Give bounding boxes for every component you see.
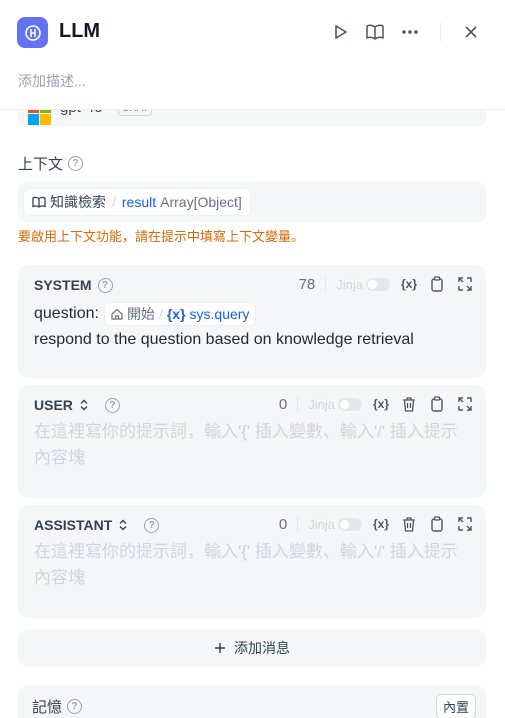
help-icon[interactable]: ?: [104, 397, 120, 413]
toolbar-divider: [297, 397, 299, 411]
context-warning: 要啟用上下文功能，請在提示中填寫上下文變量。: [18, 229, 305, 244]
role-label: SYSTEM: [34, 277, 92, 293]
copy-icon[interactable]: [428, 275, 446, 293]
role-label-row: SYSTEM ?: [34, 277, 113, 293]
variable-source: 開始: [126, 306, 155, 322]
prompt-text: respond to the question based on knowled…: [34, 331, 414, 348]
context-selector[interactable]: 知識檢索 / result Array[Object]: [18, 182, 486, 222]
memory-section: 記憶 ? 內置: [18, 686, 486, 718]
insert-variable-icon[interactable]: {x}: [372, 395, 390, 413]
char-count: 0: [278, 515, 288, 533]
user-prompt-box[interactable]: USER ? 0 Jinja {x} 在這裡寫你的提示詞，輸入'{' 插入變數、…: [18, 385, 486, 498]
play-icon: [335, 25, 347, 39]
jinja-label: Jinja: [308, 396, 335, 412]
toggle-switch[interactable]: [338, 517, 362, 531]
toggle-switch[interactable]: [366, 277, 390, 291]
toolbar-divider: [297, 517, 299, 531]
system-prompt-box[interactable]: SYSTEM ? 78 Jinja {x} question: 開始 / {x}…: [18, 265, 486, 378]
role-label: ASSISTANT: [34, 517, 113, 533]
prompt-line: question: 開始 / {x} sys.query: [34, 303, 256, 325]
path-separator: /: [158, 306, 163, 322]
trash-icon[interactable]: [400, 515, 418, 533]
home-icon: [111, 308, 123, 320]
toggle-switch[interactable]: [338, 397, 362, 411]
memory-label: 記憶: [32, 699, 63, 716]
help-icon[interactable]: ?: [68, 156, 84, 171]
expand-icon[interactable]: [456, 515, 474, 533]
prompt-text: question:: [34, 305, 99, 322]
plus-icon: [215, 643, 225, 653]
add-message-label: 添加消息: [234, 640, 290, 656]
jinja-toggle[interactable]: Jinja: [308, 397, 362, 412]
variable-chip[interactable]: 開始 / {x} sys.query: [104, 303, 256, 325]
help-icon[interactable]: ?: [144, 517, 160, 533]
role-selector[interactable]: ASSISTANT ?: [34, 517, 160, 533]
context-source: 知識檢索: [50, 194, 106, 210]
description-input[interactable]: 添加描述...: [18, 71, 86, 91]
context-variable: result: [121, 194, 157, 210]
book-icon: [366, 24, 384, 40]
variable-icon: {x}: [166, 306, 186, 322]
docs-button[interactable]: [363, 20, 387, 44]
close-button[interactable]: [459, 20, 483, 44]
memory-label-row: 記憶 ?: [32, 696, 83, 717]
context-label-row: 上下文 ?: [18, 153, 84, 174]
prompt-toolbar: 0 Jinja {x}: [279, 395, 474, 413]
close-icon: [465, 26, 477, 38]
assistant-prompt-box[interactable]: ASSISTANT ? 0 Jinja {x} 在這裡寫你的提示詞，輸入'{' …: [18, 505, 486, 618]
prompt-placeholder[interactable]: 在這裡寫你的提示詞，輸入'{' 插入變數、輸入'/' 插入提示內容塊: [34, 419, 474, 471]
more-button[interactable]: [398, 20, 422, 44]
chevron-up-down-icon: [80, 399, 88, 411]
insert-variable-icon[interactable]: {x}: [372, 515, 390, 533]
chevron-up-down-icon: [119, 519, 127, 531]
expand-icon[interactable]: [456, 395, 474, 413]
llm-node-icon: [17, 17, 48, 48]
expand-icon[interactable]: [456, 275, 474, 293]
memory-builtin-badge[interactable]: 內置: [435, 694, 476, 718]
prompt-toolbar: 78 Jinja {x}: [299, 275, 474, 293]
context-variable-chip[interactable]: 知識檢索 / result Array[Object]: [24, 189, 250, 215]
panel-header: LLM 添加描述...: [0, 0, 505, 110]
jinja-label: Jinja: [336, 276, 363, 292]
copy-icon[interactable]: [428, 515, 446, 533]
trash-icon[interactable]: [400, 395, 418, 413]
run-button[interactable]: [328, 20, 352, 44]
role-selector[interactable]: USER ?: [34, 397, 120, 413]
more-icon: [402, 30, 418, 34]
node-title[interactable]: LLM: [59, 20, 100, 43]
header-divider: [440, 23, 441, 41]
char-count: 78: [298, 275, 316, 293]
jinja-toggle[interactable]: Jinja: [308, 517, 362, 532]
path-separator: /: [112, 194, 116, 210]
insert-variable-icon[interactable]: {x}: [400, 275, 418, 293]
copy-icon[interactable]: [428, 395, 446, 413]
context-type: Array[Object]: [160, 194, 242, 210]
jinja-label: Jinja: [308, 516, 335, 532]
prompt-toolbar: 0 Jinja {x}: [279, 515, 474, 533]
jinja-toggle[interactable]: Jinja: [336, 277, 390, 292]
role-label: USER: [34, 397, 73, 413]
help-icon[interactable]: ?: [97, 277, 113, 293]
add-message-button[interactable]: 添加消息: [18, 630, 486, 666]
context-label: 上下文: [18, 156, 64, 173]
knowledge-book-icon: [32, 196, 46, 208]
help-icon[interactable]: ?: [67, 699, 83, 714]
char-count: 0: [278, 395, 288, 413]
prompt-placeholder[interactable]: 在這裡寫你的提示詞，輸入'{' 插入變數、輸入'/' 插入提示內容塊: [34, 539, 474, 591]
variable-name: sys.query: [189, 306, 250, 322]
toolbar-divider: [325, 277, 327, 291]
